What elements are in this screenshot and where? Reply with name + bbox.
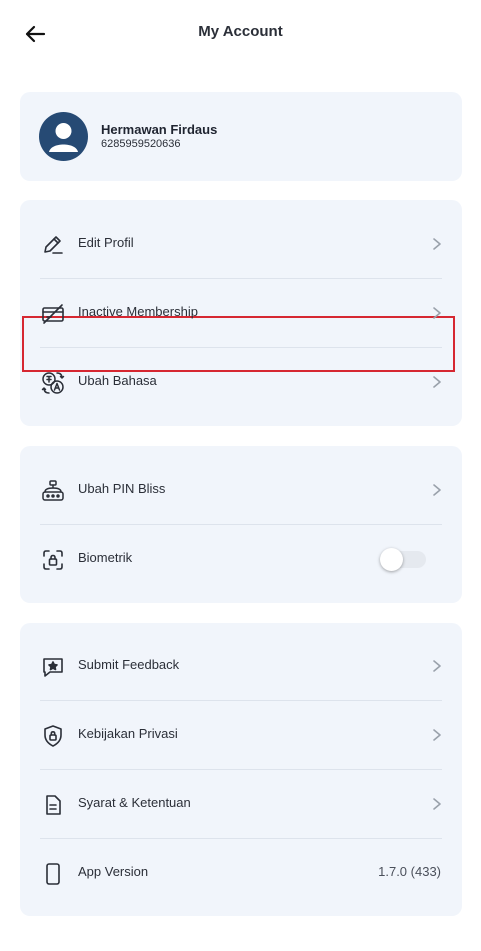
pin-keypad-icon [40, 478, 66, 504]
edit-pen-icon [40, 232, 66, 258]
chevron-right-icon [430, 236, 444, 252]
account-settings-card: Edit Profil Inactive Membership Ubah Bah… [20, 200, 462, 426]
menu-item-biometrik: Biometrik [20, 525, 462, 593]
menu-item-label: Kebijakan Privasi [78, 726, 178, 741]
card-off-icon [40, 301, 66, 327]
user-icon [49, 123, 78, 152]
phone-icon [40, 861, 66, 887]
chevron-right-icon [430, 374, 444, 390]
menu-item-label: Submit Feedback [78, 657, 180, 672]
shield-lock-icon [40, 723, 66, 749]
chevron-right-icon [430, 727, 444, 743]
menu-item-ubah-pin[interactable]: Ubah PIN Bliss [20, 456, 462, 524]
menu-item-label: App Version [78, 864, 149, 879]
security-settings-card: Ubah PIN Bliss Biometrik [20, 446, 462, 603]
chevron-right-icon [430, 796, 444, 812]
menu-item-syarat-ketentuan[interactable]: Syarat & Ketentuan [20, 770, 462, 838]
menu-item-app-version: App Version 1.7.0 (433) [20, 839, 462, 907]
biometric-toggle[interactable] [380, 548, 426, 571]
menu-item-label: Edit Profil [78, 235, 134, 250]
feedback-star-icon [40, 654, 66, 680]
profile-phone: 6285959520636 [101, 138, 181, 150]
info-card: Submit Feedback Kebijakan Privasi Syarat… [20, 623, 462, 916]
menu-item-inactive-membership[interactable]: Inactive Membership [20, 279, 462, 347]
profile-card[interactable]: Hermawan Firdaus 6285959520636 [20, 92, 462, 181]
chevron-right-icon [430, 305, 444, 321]
menu-item-label: Ubah Bahasa [78, 373, 157, 388]
avatar [39, 112, 88, 161]
menu-item-submit-feedback[interactable]: Submit Feedback [20, 632, 462, 700]
profile-name: Hermawan Firdaus [101, 122, 218, 137]
menu-item-label: Syarat & Ketentuan [78, 795, 191, 810]
menu-item-kebijakan-privasi[interactable]: Kebijakan Privasi [20, 701, 462, 769]
language-icon [40, 370, 66, 396]
page-title: My Account [198, 23, 283, 40]
chevron-right-icon [430, 658, 444, 674]
app-version-value: 1.7.0 (433) [378, 864, 441, 879]
toggle-knob [380, 548, 403, 571]
biometric-lock-icon [40, 547, 66, 573]
menu-item-edit-profil[interactable]: Edit Profil [20, 210, 462, 278]
header: My Account [0, 0, 481, 66]
menu-item-label: Ubah PIN Bliss [78, 481, 166, 496]
menu-item-ubah-bahasa[interactable]: Ubah Bahasa [20, 348, 462, 416]
chevron-right-icon [430, 482, 444, 498]
menu-item-label: Biometrik [78, 550, 133, 565]
document-icon [40, 792, 66, 818]
menu-item-label: Inactive Membership [78, 304, 198, 319]
